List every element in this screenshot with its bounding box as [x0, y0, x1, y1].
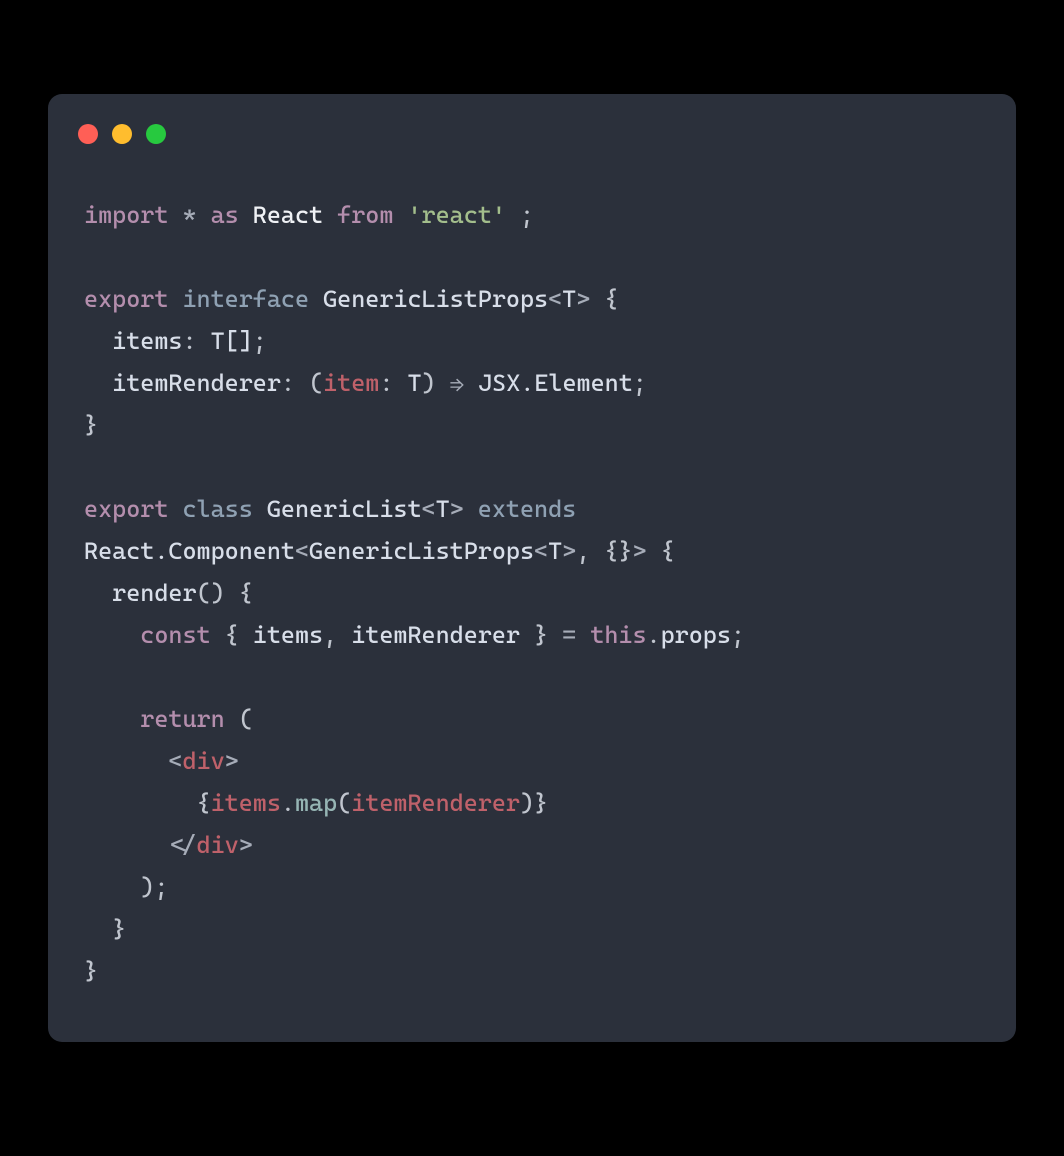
jsx-angle-close: >: [239, 831, 253, 859]
angle-close: >: [632, 537, 646, 565]
param-item: item: [323, 369, 379, 397]
angle-close: >: [562, 537, 576, 565]
keyword-class: class: [182, 495, 252, 523]
keyword-from: from: [337, 201, 393, 229]
punctuation-semi: ;: [633, 369, 647, 397]
brace-close: }: [534, 621, 548, 649]
jsx-expr-close: }: [534, 789, 548, 817]
type-param-t: T: [562, 285, 576, 313]
operator-eq: =: [562, 621, 576, 649]
code-window: import * as React from 'react' ; export …: [48, 94, 1016, 1042]
identifier-props: props: [661, 621, 731, 649]
code-editor[interactable]: import * as React from 'react' ; export …: [84, 194, 980, 992]
jsx-expr-open: {: [197, 789, 211, 817]
punctuation-colon: :: [182, 327, 196, 355]
jsx-angle-close: >: [225, 747, 239, 775]
keyword-export: export: [84, 495, 168, 523]
punctuation-semi: ;: [253, 327, 267, 355]
type-t-array: T[]: [211, 327, 253, 355]
punctuation-dot: .: [647, 621, 661, 649]
react-component: React.Component: [84, 537, 295, 565]
identifier-react: React: [253, 201, 323, 229]
paren-close: ): [422, 369, 436, 397]
punctuation-semi: ;: [154, 873, 168, 901]
window-controls: [78, 124, 166, 144]
brace-open: {: [604, 285, 618, 313]
type-genericlistprops: GenericListProps: [309, 537, 534, 565]
angle-open: <: [422, 495, 436, 523]
identifier-items: items: [211, 789, 281, 817]
keyword-as: as: [211, 201, 239, 229]
paren-close: ): [520, 789, 534, 817]
destructure-itemrenderer: itemRenderer: [351, 621, 520, 649]
zoom-icon[interactable]: [146, 124, 166, 144]
punctuation-dot: .: [281, 789, 295, 817]
keyword-const: const: [140, 621, 210, 649]
angle-close: >: [576, 285, 590, 313]
class-genericlist: GenericList: [267, 495, 422, 523]
keyword-interface: interface: [182, 285, 309, 313]
brace-open: {: [225, 621, 239, 649]
keyword-extends: extends: [478, 495, 576, 523]
type-param-t: T: [436, 495, 450, 523]
angle-close: >: [450, 495, 464, 523]
punctuation-colon: :: [379, 369, 393, 397]
punctuation-comma: ,: [323, 621, 337, 649]
operator-arrow: ⇒: [450, 369, 464, 397]
keyword-return: return: [140, 705, 224, 733]
paren-open: (: [197, 579, 211, 607]
punctuation-colon: :: [281, 369, 295, 397]
close-icon[interactable]: [78, 124, 98, 144]
paren-open: (: [309, 369, 323, 397]
string-react: 'react': [407, 201, 505, 229]
method-map: map: [295, 789, 337, 817]
jsx-slash: /: [182, 831, 196, 859]
keyword-this: this: [590, 621, 646, 649]
keyword-export: export: [84, 285, 168, 313]
operator-star: *: [182, 201, 196, 229]
angle-open: <: [548, 285, 562, 313]
type-genericlistprops: GenericListProps: [323, 285, 548, 313]
paren-close: ): [140, 873, 154, 901]
type-t: T: [407, 369, 421, 397]
jsx-tag-div: div: [197, 831, 239, 859]
paren-open: (: [239, 705, 253, 733]
punctuation-semi: ;: [731, 621, 745, 649]
paren-open: (: [337, 789, 351, 817]
jsx-angle-open: <: [168, 747, 182, 775]
paren-close: ): [211, 579, 225, 607]
brace-open: {: [661, 537, 675, 565]
angle-open: <: [534, 537, 548, 565]
prop-itemrenderer: itemRenderer: [112, 369, 281, 397]
punctuation-comma: ,: [576, 537, 590, 565]
brace-close: }: [84, 957, 98, 985]
angle-open: <: [295, 537, 309, 565]
brace-close: }: [112, 915, 126, 943]
brace-close: }: [84, 411, 98, 439]
keyword-import: import: [84, 201, 168, 229]
method-render: render: [112, 579, 196, 607]
brace-open: {: [239, 579, 253, 607]
minimize-icon[interactable]: [112, 124, 132, 144]
destructure-items: items: [253, 621, 323, 649]
punctuation-semi: ;: [520, 201, 534, 229]
jsx-angle-open: <: [168, 831, 182, 859]
prop-items: items: [112, 327, 182, 355]
identifier-itemrenderer: itemRenderer: [351, 789, 520, 817]
jsx-tag-div: div: [182, 747, 224, 775]
empty-obj: {}: [604, 537, 632, 565]
type-jsx-element: JSX.Element: [478, 369, 633, 397]
type-param-t: T: [548, 537, 562, 565]
